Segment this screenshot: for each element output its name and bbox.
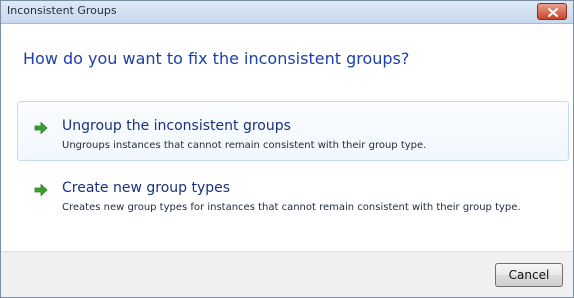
close-button[interactable] — [537, 3, 567, 20]
window-title: Inconsistent Groups — [7, 4, 117, 17]
option-ungroup[interactable]: Ungroup the inconsistent groups Ungroups… — [17, 101, 569, 161]
options-list: Ungroup the inconsistent groups Ungroups… — [17, 101, 569, 241]
title-bar: Inconsistent Groups — [1, 1, 573, 24]
green-arrow-icon — [34, 122, 48, 134]
option-description: Creates new group types for instances th… — [62, 202, 521, 213]
dialog-footer: Cancel — [1, 251, 573, 297]
option-create-group-types[interactable]: Create new group types Creates new group… — [17, 173, 569, 237]
dialog-question: How do you want to fix the inconsistent … — [23, 49, 410, 68]
option-title: Ungroup the inconsistent groups — [62, 118, 291, 134]
close-icon — [548, 8, 558, 17]
cancel-button[interactable]: Cancel — [495, 263, 563, 287]
green-arrow-icon — [34, 184, 48, 196]
option-description: Ungroups instances that cannot remain co… — [62, 140, 427, 151]
option-title: Create new group types — [62, 180, 231, 196]
dialog-window: Inconsistent Groups How do you want to f… — [0, 0, 574, 298]
